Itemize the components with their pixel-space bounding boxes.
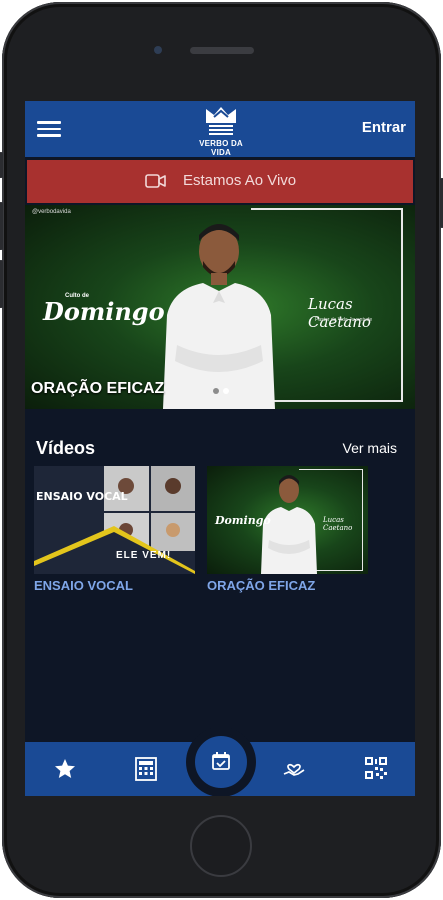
qr-code-icon[interactable] xyxy=(365,757,387,779)
banner-domingo-text: Domingo xyxy=(43,297,165,326)
top-app-bar: VERBO DA VIDA Entrar xyxy=(25,101,415,157)
volume-down-button xyxy=(0,260,3,308)
hand-heart-icon[interactable] xyxy=(282,756,306,780)
carousel-title: ORAÇÃO EFICAZ xyxy=(31,380,165,397)
thumb-song: ELE VEM! xyxy=(116,550,172,561)
logo-text: VERBO DA VIDA xyxy=(199,139,243,157)
social-handle: @verbodavida xyxy=(32,209,71,215)
videos-section-title: Vídeos xyxy=(36,438,96,458)
live-now-banner[interactable]: Estamos Ao Vivo xyxy=(27,160,413,203)
calculator-grid-icon[interactable] xyxy=(135,757,157,781)
speaker-signature: Lucas Caetano xyxy=(308,295,371,331)
thumb-domingo: Domingo xyxy=(215,514,271,527)
hamburger-menu-icon[interactable] xyxy=(37,121,61,137)
speaker-photo xyxy=(163,224,275,409)
church-logo-icon: VERBO DA VIDA xyxy=(190,105,252,157)
home-button[interactable] xyxy=(190,815,252,877)
app-screen: VERBO DA VIDA Entrar Estamos Ao Vivo @ve… xyxy=(25,101,415,796)
video-thumbnail-oracao-eficaz[interactable]: Domingo Lucas Caetano xyxy=(207,466,368,574)
calendar-check-icon xyxy=(212,752,230,770)
speaker-subtitle: Pastor da Vida Juventude xyxy=(315,317,373,323)
volume-up-button xyxy=(0,202,3,250)
nav-calendar-button[interactable] xyxy=(192,733,250,791)
front-camera xyxy=(154,46,162,54)
side-button xyxy=(0,152,3,178)
video-camera-icon xyxy=(145,174,166,188)
thumb-heading: ENSAIO VOCAL xyxy=(36,490,128,503)
carousel-dot-1[interactable] xyxy=(213,388,219,394)
live-now-label: Estamos Ao Vivo xyxy=(183,172,297,189)
featured-carousel[interactable]: @verbodavida Culto de Domingo Lucas Caet… xyxy=(25,205,415,409)
see-more-link[interactable]: Ver mais xyxy=(343,440,397,456)
thumb-signature: Lucas Caetano xyxy=(323,516,353,532)
video-title-oracao-eficaz[interactable]: ORAÇÃO EFICAZ xyxy=(207,578,315,593)
video-title-ensaio-vocal[interactable]: ENSAIO VOCAL xyxy=(34,578,133,593)
login-button[interactable]: Entrar xyxy=(362,119,406,136)
star-icon[interactable] xyxy=(53,757,77,781)
carousel-dot-2-active[interactable] xyxy=(223,388,229,394)
earpiece-speaker xyxy=(190,47,254,54)
video-thumbnail-ensaio-vocal[interactable]: ENSAIO VOCAL ELE VEM! xyxy=(34,466,195,574)
